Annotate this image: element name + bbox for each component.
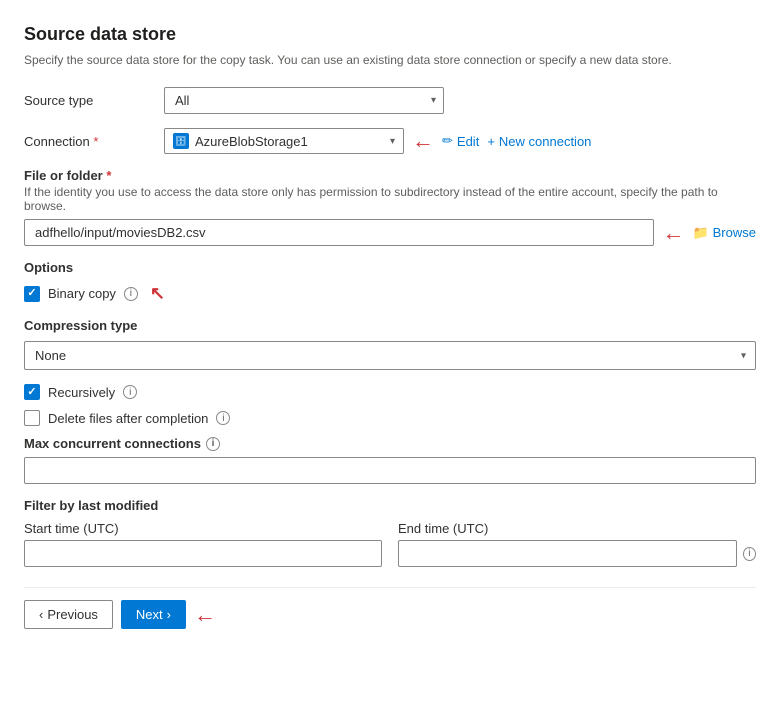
file-required: *	[103, 168, 112, 183]
source-type-select-wrapper: All Azure Blob Storage Azure Data Lake A…	[164, 87, 444, 114]
delete-files-label: Delete files after completion	[48, 411, 208, 426]
connection-chevron-icon: ▾	[390, 136, 395, 147]
max-connections-label: Max concurrent connections i	[24, 436, 756, 451]
max-conn-info-icon: i	[206, 437, 220, 451]
plus-icon: +	[487, 134, 495, 149]
options-label: Options	[24, 260, 756, 275]
binary-copy-info-icon: i	[124, 287, 138, 301]
filter-label: Filter by last modified	[24, 498, 756, 513]
file-folder-label: File or folder *	[24, 168, 756, 183]
connection-row: Connection * 🗄 AzureBlobStorage1 ▾ ← ✏ E…	[24, 128, 756, 154]
footer: ‹ Previous Next › ←	[24, 587, 756, 629]
prev-chevron-icon: ‹	[39, 607, 43, 622]
folder-icon: 📁	[692, 225, 708, 241]
connection-arrow-indicator: ←	[412, 128, 434, 154]
time-row: Start time (UTC) End time (UTC) i	[24, 521, 756, 567]
filter-section: Filter by last modified Start time (UTC)…	[24, 498, 756, 567]
file-path-input[interactable]	[24, 219, 654, 246]
end-time-input-row: i	[398, 540, 756, 567]
file-folder-hint: If the identity you use to access the da…	[24, 185, 756, 213]
next-arrow-indicator: ←	[194, 602, 216, 628]
next-chevron-icon: ›	[167, 607, 171, 622]
recursively-info-icon: i	[123, 385, 137, 399]
new-connection-button[interactable]: + New connection	[487, 134, 591, 149]
binary-copy-checkmark: ✓	[27, 288, 36, 299]
connection-dropdown[interactable]: 🗄 AzureBlobStorage1 ▾	[164, 128, 404, 154]
compression-label: Compression type	[24, 318, 756, 333]
file-arrow-indicator: ←	[662, 220, 684, 246]
connection-label: Connection *	[24, 134, 164, 149]
max-connections-section: Max concurrent connections i	[24, 436, 756, 484]
options-section: Options ✓ Binary copy i ↖	[24, 260, 756, 304]
source-type-select[interactable]: All Azure Blob Storage Azure Data Lake A…	[164, 87, 444, 114]
compression-select[interactable]: None GZip Deflate bzip2 ZipDeflate Snapp…	[24, 341, 756, 370]
edit-connection-button[interactable]: ✏ Edit	[442, 133, 479, 149]
binary-copy-checkbox[interactable]: ✓	[24, 286, 40, 302]
connection-controls: 🗄 AzureBlobStorage1 ▾ ← ✏ Edit + New con…	[164, 128, 591, 154]
blob-storage-icon: 🗄	[173, 133, 189, 149]
start-time-input-row	[24, 540, 382, 567]
start-time-input[interactable]	[24, 540, 382, 567]
binary-copy-label: Binary copy	[48, 286, 116, 301]
file-input-row: ← 📁 Browse	[24, 219, 756, 246]
next-button[interactable]: Next ›	[121, 600, 186, 629]
compression-dropdown-wrapper: None GZip Deflate bzip2 ZipDeflate Snapp…	[24, 341, 756, 370]
page-subtitle: Specify the source data store for the co…	[24, 53, 756, 67]
end-time-label: End time (UTC)	[398, 521, 756, 536]
recursively-label: Recursively	[48, 385, 115, 400]
compression-section: Compression type None GZip Deflate bzip2…	[24, 318, 756, 370]
recursively-checkmark: ✓	[27, 387, 36, 398]
recursively-row: ✓ Recursively i	[24, 384, 756, 400]
end-time-info-icon: i	[743, 547, 756, 561]
edit-icon: ✏	[442, 133, 453, 149]
browse-button[interactable]: 📁 Browse	[692, 225, 756, 241]
connection-required: *	[93, 134, 98, 149]
start-time-label: Start time (UTC)	[24, 521, 382, 536]
end-time-field: End time (UTC) i	[398, 521, 756, 567]
previous-button[interactable]: ‹ Previous	[24, 600, 113, 629]
source-type-row: Source type All Azure Blob Storage Azure…	[24, 87, 756, 114]
binary-copy-row: ✓ Binary copy i ↖	[24, 283, 756, 304]
page-title: Source data store	[24, 24, 756, 45]
source-type-label: Source type	[24, 93, 164, 108]
delete-files-row: ✓ Delete files after completion i	[24, 410, 756, 426]
end-time-input[interactable]	[398, 540, 737, 567]
file-folder-section: File or folder * If the identity you use…	[24, 168, 756, 246]
recursively-checkbox[interactable]: ✓	[24, 384, 40, 400]
max-connections-input[interactable]	[24, 457, 756, 484]
delete-files-info-icon: i	[216, 411, 230, 425]
binary-copy-arrow: ↖	[150, 283, 165, 304]
delete-files-checkbox[interactable]: ✓	[24, 410, 40, 426]
start-time-field: Start time (UTC)	[24, 521, 382, 567]
connection-value: AzureBlobStorage1	[195, 134, 384, 149]
